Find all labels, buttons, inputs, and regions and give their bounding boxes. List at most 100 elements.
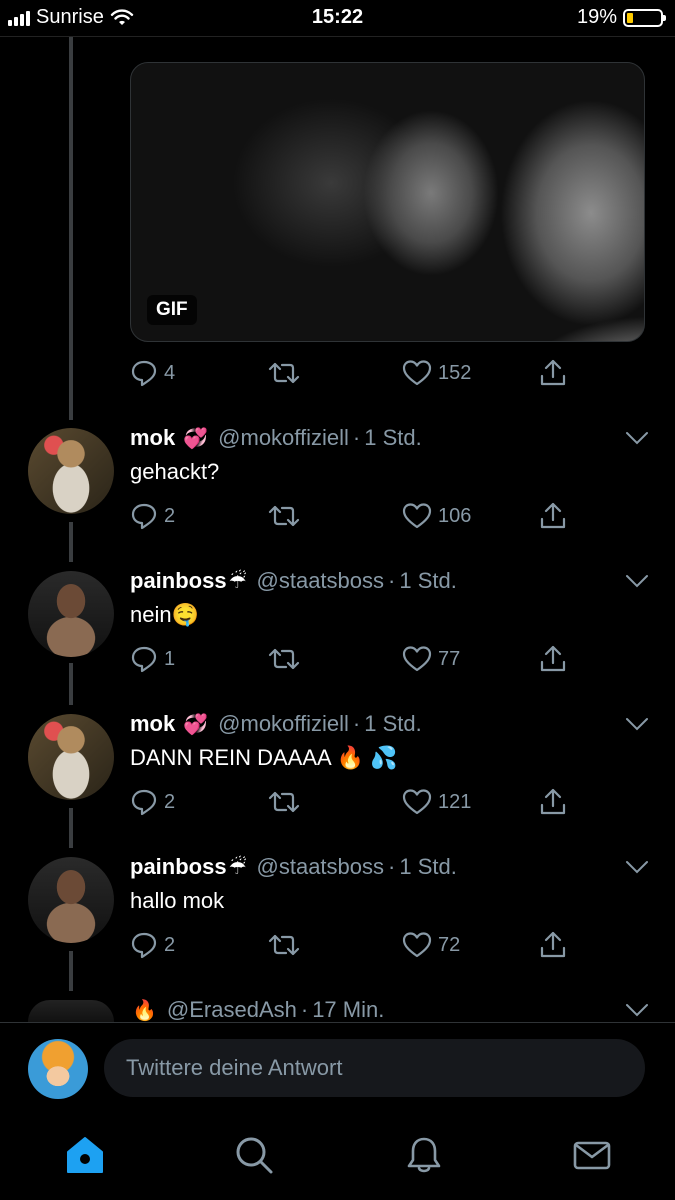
retweet-button[interactable] <box>268 787 300 817</box>
avatar[interactable] <box>28 428 114 514</box>
retweet-button[interactable] <box>268 930 300 960</box>
name-emoji: 💞 <box>183 713 209 736</box>
heart-icon <box>402 360 432 386</box>
like-count: 106 <box>438 504 472 527</box>
retweet-button[interactable] <box>268 644 300 674</box>
chevron-down-icon[interactable] <box>625 1002 649 1018</box>
reply-button[interactable]: 1 <box>130 644 175 674</box>
divider <box>0 36 675 37</box>
heart-icon <box>402 932 432 958</box>
reply-icon <box>131 646 157 673</box>
like-button[interactable]: 106 <box>402 501 471 531</box>
tweet-header: painboss ☔ @staatsboss · 1 Std. <box>130 568 457 594</box>
retweet-icon <box>268 648 300 670</box>
display-name[interactable]: mok <box>130 711 175 737</box>
share-button[interactable] <box>538 501 568 531</box>
retweet-icon <box>268 934 300 956</box>
reply-count: 2 <box>164 504 176 527</box>
reply-input[interactable]: Twittere deine Antwort <box>104 1039 645 1097</box>
tweet-text: DANN REIN DAAAA 🔥 💦 <box>130 745 398 770</box>
tweet-header: mok 💞 @mokoffiziell · 1 Std. <box>130 711 422 737</box>
battery: 19% <box>577 6 666 29</box>
clock: 15:22 <box>311 6 364 28</box>
search-icon[interactable] <box>234 1135 274 1175</box>
display-name[interactable]: painboss <box>130 568 227 594</box>
like-button[interactable]: 121 <box>402 787 471 817</box>
reply-icon <box>131 503 157 530</box>
reply-button[interactable]: 4 <box>130 358 175 388</box>
handle[interactable]: @mokoffiziell <box>218 711 349 737</box>
separator-dot: · <box>300 997 309 1022</box>
chevron-down-icon[interactable] <box>625 573 649 589</box>
home-icon[interactable] <box>64 1135 106 1175</box>
heart-icon <box>402 646 432 672</box>
retweet-button[interactable] <box>268 358 300 388</box>
avatar[interactable] <box>28 1000 114 1022</box>
timestamp: 1 Std. <box>364 425 422 450</box>
share-icon <box>540 359 566 386</box>
share-button[interactable] <box>538 787 568 817</box>
reply-icon <box>131 789 157 816</box>
like-count: 121 <box>438 790 472 813</box>
reply-button[interactable]: 2 <box>130 787 175 817</box>
share-button[interactable] <box>538 358 568 388</box>
notifications-icon[interactable] <box>404 1135 444 1175</box>
timestamp: 1 Std. <box>364 711 422 736</box>
chevron-down-icon[interactable] <box>625 859 649 875</box>
reply-button[interactable]: 2 <box>130 501 175 531</box>
separator-dot: · <box>388 568 396 593</box>
tweet-actions: 2 121 <box>130 787 570 817</box>
like-button[interactable]: 152 <box>402 358 471 388</box>
like-button[interactable]: 77 <box>402 644 460 674</box>
avatar[interactable] <box>28 571 114 657</box>
tweet-actions: 4 152 <box>130 358 570 388</box>
retweet-button[interactable] <box>268 501 300 531</box>
reply-count: 1 <box>164 647 176 670</box>
reply-count: 4 <box>164 361 176 384</box>
share-icon <box>540 645 566 672</box>
handle[interactable]: @staatsboss <box>257 854 385 880</box>
gif-media[interactable]: GIF <box>130 62 645 342</box>
handle[interactable]: @ErasedAsh <box>167 997 297 1023</box>
share-icon <box>540 931 566 958</box>
messages-icon[interactable] <box>572 1135 612 1175</box>
heart-icon <box>402 789 432 815</box>
timestamp: 1 Std. <box>399 568 457 593</box>
handle[interactable]: @mokoffiziell <box>218 425 349 451</box>
tweet-header: mok 💞 @mokoffiziell · 1 Std. <box>130 425 422 451</box>
chevron-down-icon[interactable] <box>625 716 649 732</box>
reply-icon <box>131 360 157 387</box>
user-avatar[interactable] <box>28 1039 88 1099</box>
thread-line <box>69 808 73 848</box>
tweet-actions: 2 106 <box>130 501 570 531</box>
name-emoji: 💞 <box>183 427 209 450</box>
name-emoji: ☔ <box>228 856 247 879</box>
avatar[interactable] <box>28 714 114 800</box>
handle[interactable]: @staatsboss <box>257 568 385 594</box>
retweet-icon <box>268 505 300 527</box>
name-emoji: 🔥 <box>132 999 157 1022</box>
like-count: 152 <box>438 361 472 384</box>
display-name[interactable]: painboss <box>130 854 227 880</box>
reply-button[interactable]: 2 <box>130 930 175 960</box>
reply-count: 2 <box>164 790 176 813</box>
avatar[interactable] <box>28 857 114 943</box>
share-button[interactable] <box>538 930 568 960</box>
display-name[interactable]: mok <box>130 425 175 451</box>
reply-composer: Twittere deine Antwort <box>0 1022 675 1117</box>
separator-dot: · <box>352 711 361 736</box>
chevron-down-icon[interactable] <box>625 430 649 446</box>
share-button[interactable] <box>538 644 568 674</box>
share-icon <box>540 788 566 815</box>
like-button[interactable]: 72 <box>402 930 460 960</box>
gif-badge: GIF <box>147 295 197 325</box>
thread-line <box>69 37 73 420</box>
separator-dot: · <box>352 425 361 450</box>
reply-icon <box>131 932 157 959</box>
status-bar: Sunrise 15:22 19% <box>0 0 675 36</box>
retweet-icon <box>268 791 300 813</box>
tweet-actions: 1 77 <box>130 644 570 674</box>
thread-line <box>69 663 73 705</box>
retweet-icon <box>268 362 300 384</box>
thread-line <box>69 951 73 991</box>
